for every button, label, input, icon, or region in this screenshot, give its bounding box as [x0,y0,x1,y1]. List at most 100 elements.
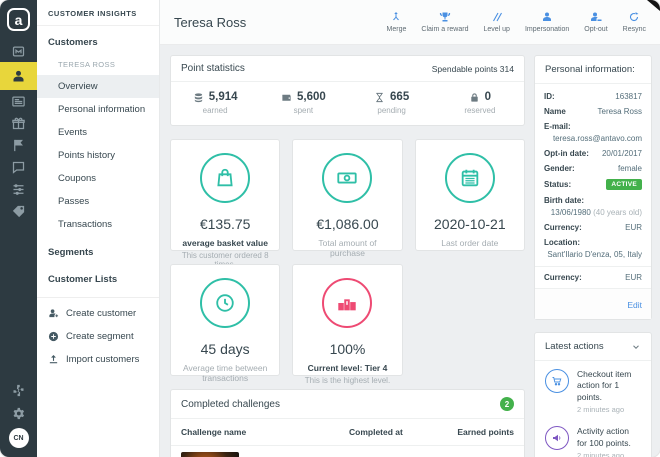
chevron-down-icon[interactable] [631,342,641,352]
app-window: a CN [0,0,660,457]
avg-time-value: 45 days [179,341,271,357]
calendar-icon [445,153,495,203]
pi-row-email: E-mail: teresa.ross@antavo.com [544,119,642,146]
pi-birth-value: 13/06/1980 (40 years old) [544,208,642,217]
pi-id-value: 163817 [615,92,642,101]
current-level-sublabel: This is the highest level. [301,376,393,385]
settings-gear-icon[interactable] [0,405,37,421]
col-completed-at: Completed at [349,427,444,437]
pi-birth-date: 13/06/1980 [551,208,591,217]
pi-birth-label: Birth date: [544,196,584,205]
impersonation-button[interactable]: Impersonation [525,11,569,33]
challenges-icon[interactable] [0,134,37,156]
sidebar-group-customers[interactable]: Customers [37,26,159,53]
last-order-label: Last order date [424,238,516,248]
segments-icon[interactable] [0,178,37,200]
stat-reserved: 0 reserved [436,91,524,115]
latest-action-text-1: Checkout item action for 1 points. [577,369,641,403]
pi-currency2-value: EUR [625,273,642,282]
pi-email-label: E-mail: [544,122,571,131]
user-avatar[interactable]: CN [9,428,29,448]
pi-birth-age: (40 years old) [593,208,642,217]
total-purchase-label: Total amount of purchase [301,238,393,258]
spent-value: 5,600 [297,91,326,103]
point-statistics-title: Point statistics [181,63,245,74]
offers-tag-icon[interactable] [0,200,37,222]
sidebar-divider [37,297,159,298]
pi-name-label: Name [544,107,566,116]
sidebar-item-coupons[interactable]: Coupons [37,167,159,190]
latest-action-item-2[interactable]: Activity action for 100 points. 2 minute… [535,418,651,457]
latest-actions-card: Latest actions Checkout item action for … [534,332,652,457]
campaigns-icon[interactable] [0,40,37,62]
sidebar-group-segments[interactable]: Segments [37,236,159,263]
pi-row-location: Location: Sant'Ilario D'enza, 05, Italy [544,235,642,262]
pi-row-status: Status: ACTIVE [544,176,642,193]
impersonation-label: Impersonation [525,26,569,33]
pending-label: pending [348,106,436,115]
opt-out-button[interactable]: Opt-out [584,11,607,33]
main-area: Teresa Ross Merge Claim a reward Level u… [160,0,660,457]
claim-reward-button[interactable]: Claim a reward [421,11,468,33]
wallet-icon [281,92,292,103]
customers-icon[interactable] [0,62,37,90]
content-icon[interactable] [0,90,37,112]
sidebar-item-points-history[interactable]: Points history [37,144,159,167]
sidebar-item-events[interactable]: Events [37,121,159,144]
integrations-puzzle-icon[interactable] [0,382,37,398]
merge-button[interactable]: Merge [387,11,407,33]
sidebar-item-personal-information[interactable]: Personal information [37,98,159,121]
pi-optin-label: Opt-in date: [544,149,589,158]
opt-out-label: Opt-out [584,26,607,33]
page-header: Teresa Ross Merge Claim a reward Level u… [160,0,660,45]
level-up-icon [491,11,503,23]
pi-row-name: Name Teresa Ross [544,104,642,119]
edit-link[interactable]: Edit [627,300,642,310]
point-statistics-header: Point statistics Spendable points 314 [171,56,524,82]
refresh-icon [628,11,640,23]
pi-optin-value: 20/01/2017 [602,149,642,158]
page-title: Teresa Ross [174,15,246,30]
plus-circle-icon [48,331,59,342]
sidebar-group-customer-lists[interactable]: Customer Lists [37,263,159,290]
completed-challenges-title: Completed challenges [181,399,280,410]
pi-currency2-label: Currency: [544,273,582,282]
avg-time-card: 45 days Average time between transaction… [170,264,280,376]
import-customers-label: Import customers [66,354,139,365]
challenges-table-header: Challenge name Completed at Earned point… [171,419,524,446]
shopping-bag-icon [200,153,250,203]
challenge-row[interactable]: This appetizer is on us! Oct 21, 2020 10… [171,446,524,457]
create-segment-label: Create segment [66,331,134,342]
banknote-icon [322,153,372,203]
latest-actions-header: Latest actions [535,333,651,361]
create-segment-button[interactable]: Create segment [37,325,159,348]
level-up-button[interactable]: Level up [483,11,509,33]
latest-actions-title: Latest actions [545,341,604,352]
latest-action-text-2: Activity action for 100 points. [577,426,641,449]
sidebar-item-transactions[interactable]: Transactions [37,213,159,236]
pi-footer: Edit [535,288,651,319]
pi-row-gender: Gender: female [544,161,642,176]
challenges-count-badge: 2 [500,397,514,411]
antavo-logo[interactable]: a [7,8,30,31]
stat-spent: 5,600 spent [259,91,347,115]
create-customer-button[interactable]: Create customer [37,302,159,325]
import-customers-button[interactable]: Import customers [37,348,159,371]
stats-row: 5,914 earned 5,600 spent [171,82,524,125]
create-customer-label: Create customer [66,308,136,319]
pi-row-currency: Currency: EUR [544,220,642,235]
clock-icon [200,278,250,328]
pi-row-birth: Birth date: 13/06/1980 (40 years old) [544,193,642,220]
pi-row-id: ID: 163817 [544,89,642,104]
sidebar-item-overview[interactable]: Overview [37,75,159,98]
latest-action-item-1[interactable]: Checkout item action for 1 points. 2 min… [535,361,651,418]
resync-button[interactable]: Resync [623,11,646,33]
avg-basket-label: average basket value [179,238,271,248]
messages-icon[interactable] [0,156,37,178]
cursor-artifact [647,0,660,11]
avg-basket-value: €135.75 [179,216,271,232]
latest-action-time-1: 2 minutes ago [577,405,641,414]
sidebar-item-passes[interactable]: Passes [37,190,159,213]
rewards-icon[interactable] [0,112,37,134]
claim-reward-label: Claim a reward [421,26,468,33]
